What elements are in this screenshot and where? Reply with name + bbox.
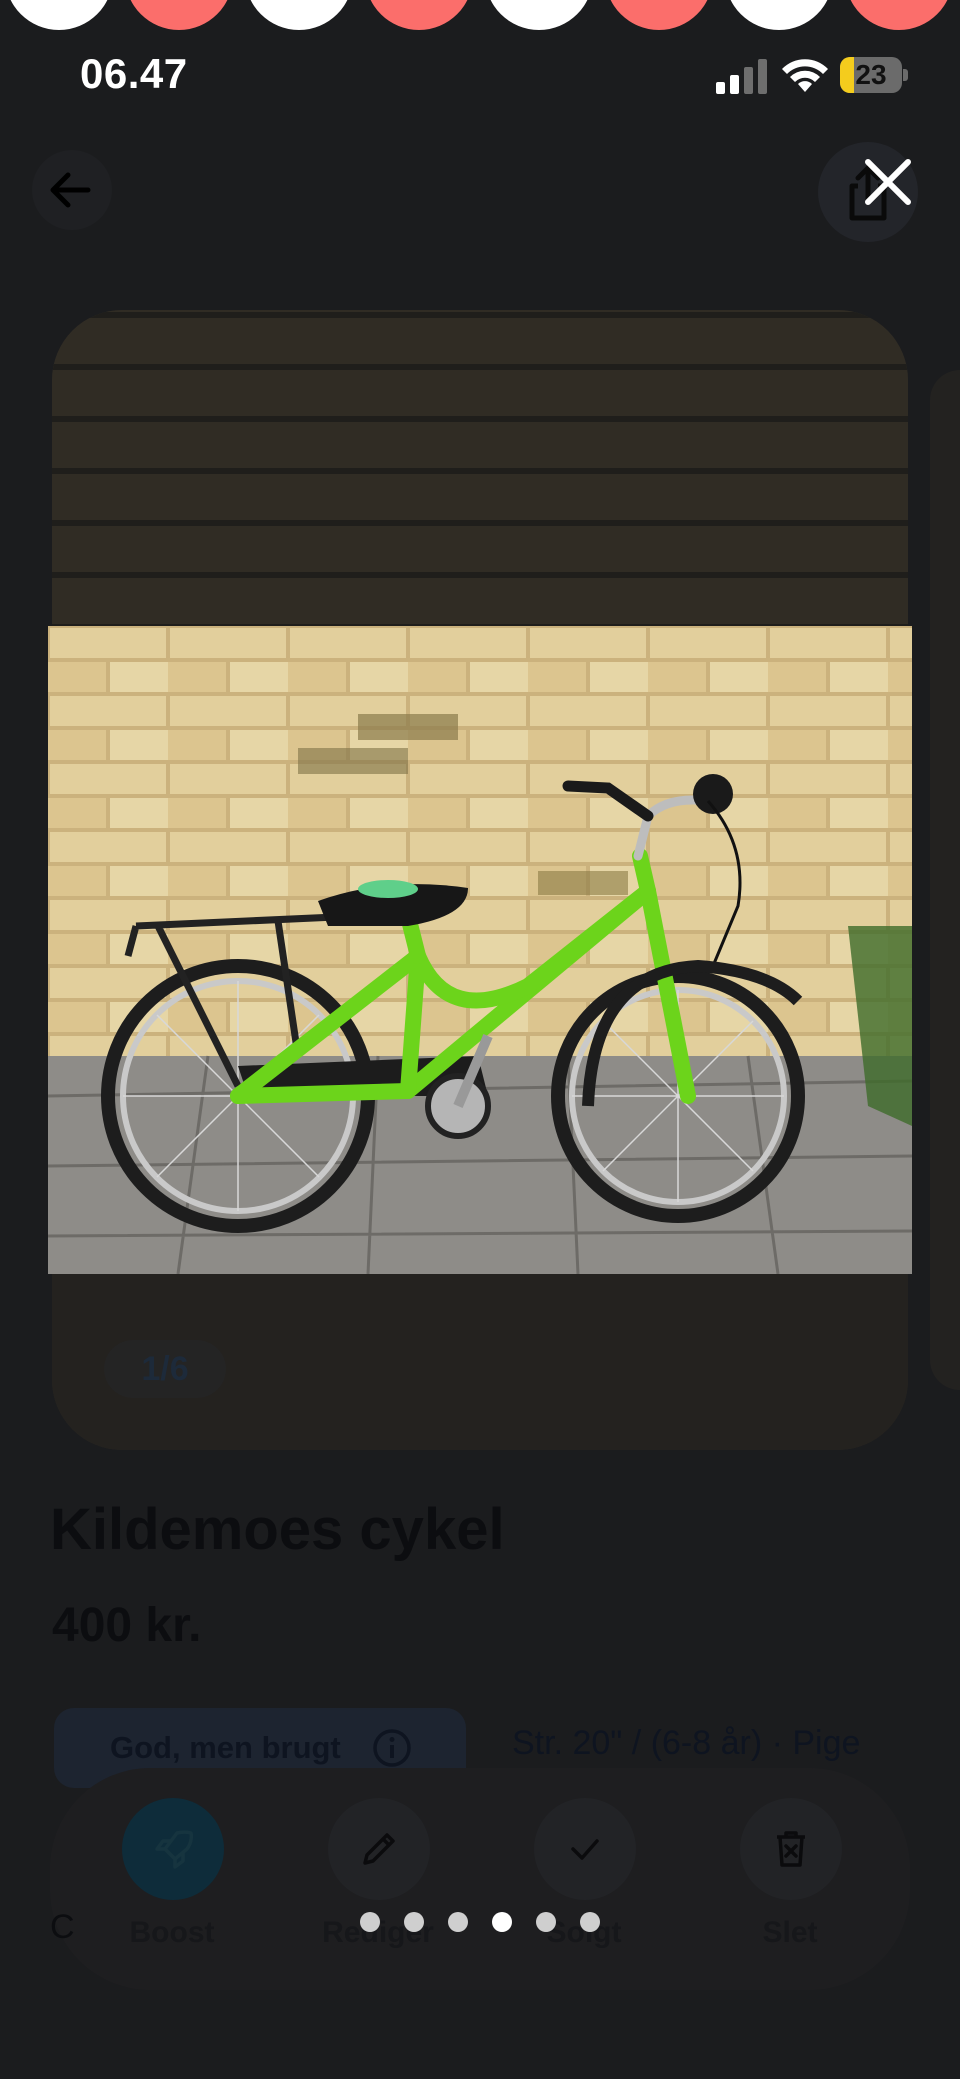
pencil-icon — [363, 1833, 395, 1865]
next-photo-peek — [930, 370, 960, 1390]
edit-button[interactable]: Rediger — [288, 1798, 468, 1968]
pagination-dot[interactable] — [580, 1912, 600, 1932]
close-button[interactable] — [858, 152, 918, 212]
pagination-dot[interactable] — [404, 1912, 424, 1932]
checkmark-icon — [571, 1839, 599, 1860]
bicycle-photo[interactable] — [48, 626, 912, 1274]
pagination-dot[interactable] — [448, 1912, 468, 1932]
status-time: 06.47 — [80, 50, 188, 97]
listing-title: Kildemoes cykel — [50, 1497, 505, 1562]
pagination-dot-active[interactable] — [492, 1912, 512, 1932]
trash-icon — [777, 1831, 805, 1867]
info-icon — [373, 1729, 411, 1767]
back-button[interactable] — [32, 150, 112, 230]
size-info: Str. 20" / (6-8 år) · Pige — [512, 1724, 861, 1762]
bicycle-photo-graphic — [48, 626, 912, 1274]
cellular-signal-icon — [716, 59, 767, 94]
rocket-icon — [155, 1830, 194, 1869]
status-bar: 06.47 23 — [0, 0, 960, 140]
close-icon — [865, 159, 911, 205]
sold-button[interactable]: Solgt — [494, 1798, 674, 1968]
delete-button[interactable]: Slet — [700, 1798, 880, 1968]
action-bar: Boost Rediger Solgt Slet — [50, 1768, 910, 1990]
boost-button[interactable]: Boost — [82, 1798, 262, 1968]
listing-price: 400 kr. — [52, 1599, 202, 1652]
pagination-dot[interactable] — [536, 1912, 556, 1932]
battery-indicator: 23 — [840, 57, 908, 93]
photo-counter: 1/6 — [104, 1340, 226, 1398]
arrow-left-icon — [50, 172, 91, 208]
wifi-icon — [782, 59, 828, 92]
pagination-dot[interactable] — [360, 1912, 380, 1932]
battery-level: 23 — [855, 59, 887, 90]
pagination-dots — [0, 1912, 960, 1942]
